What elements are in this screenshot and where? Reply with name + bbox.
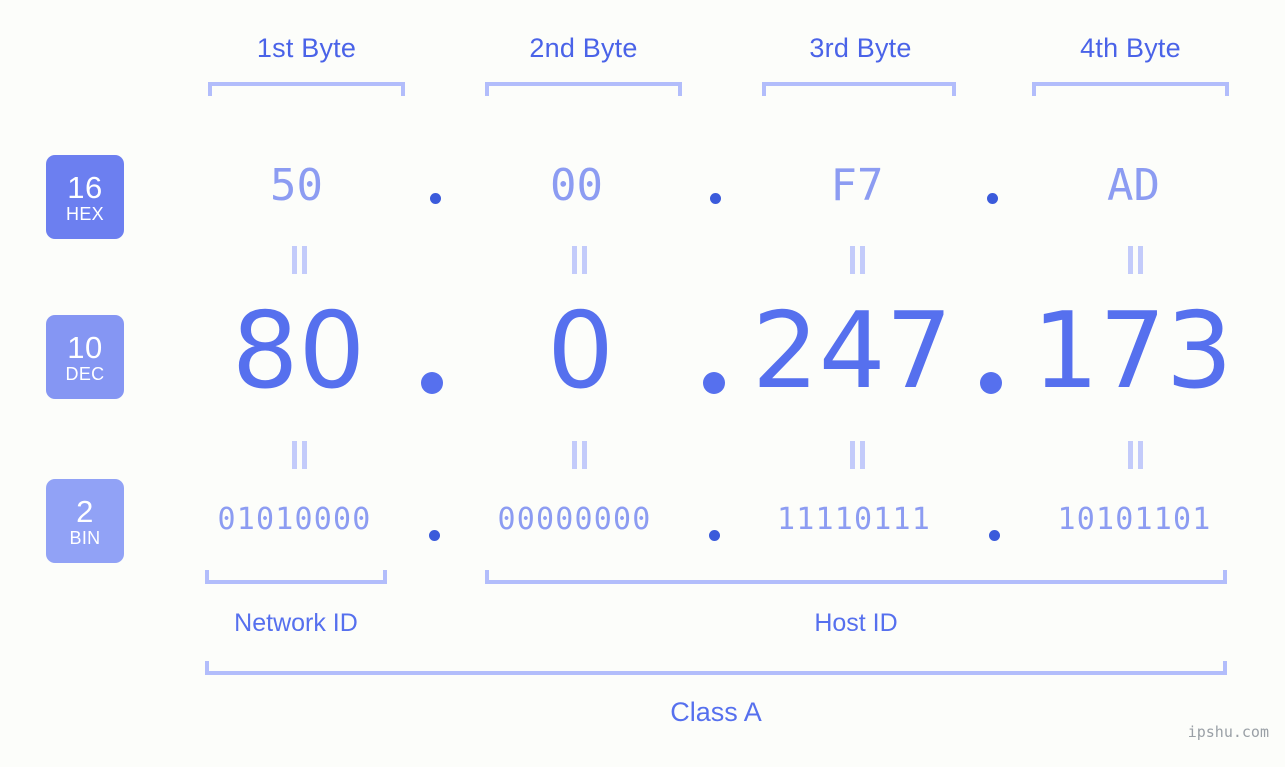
equals-sign-hex-dec-4: [1127, 246, 1145, 274]
equals-sign-dec-bin-4: [1127, 441, 1145, 469]
byte-header-label-3: 3rd Byte: [809, 33, 912, 63]
bin-byte-1: 01010000: [217, 502, 372, 537]
equals-sign-dec-bin-3: [849, 441, 867, 469]
hex-separator-dot-2: [710, 193, 721, 204]
byte-bracket-4: [1032, 82, 1229, 96]
dec-separator-dot-1: [421, 372, 443, 394]
hex-byte-1: 50: [270, 160, 323, 211]
equals-sign-dec-bin-2: [571, 441, 589, 469]
bin-separator-dot-1: [429, 530, 440, 541]
bin-byte-4: 10101101: [1057, 502, 1212, 537]
bin-byte-3: 11110111: [776, 502, 932, 537]
host-id-label: Host ID: [814, 609, 898, 637]
dec-byte-4: 173: [1032, 290, 1233, 412]
base-badge-dec-name: DEC: [65, 363, 105, 384]
base-badge-hex-number: 16: [67, 169, 103, 205]
hex-byte-2: 00: [550, 160, 603, 211]
base-badge-bin: 2 BIN: [46, 479, 124, 563]
network-id-bracket: [205, 570, 387, 584]
byte-header-label-1: 1st Byte: [256, 33, 357, 63]
hex-separator-dot-1: [430, 193, 441, 204]
ip-breakdown-diagram: 1st Byte 2nd Byte 3rd Byte 4th Byte 16 H…: [0, 0, 1285, 767]
base-badge-dec-number: 10: [67, 329, 103, 365]
byte-header-label-4: 4th Byte: [1080, 33, 1181, 63]
hex-byte-4: AD: [1107, 160, 1160, 211]
class-label: Class A: [670, 697, 762, 727]
dec-byte-2: 0: [547, 290, 614, 412]
base-badge-bin-number: 2: [76, 493, 94, 529]
base-badge-dec: 10 DEC: [46, 315, 124, 399]
byte-bracket-2: [485, 82, 682, 96]
equals-sign-hex-dec-1: [291, 246, 309, 274]
dec-byte-1: 80: [231, 290, 366, 412]
base-badge-hex-name: HEX: [66, 203, 104, 224]
byte-header-label-2: 2nd Byte: [529, 33, 638, 63]
class-bracket: [205, 661, 1227, 675]
dec-separator-dot-3: [980, 372, 1002, 394]
byte-bracket-1: [208, 82, 405, 96]
hex-byte-3: F7: [830, 160, 884, 211]
dec-separator-dot-2: [703, 372, 725, 394]
equals-sign-dec-bin-1: [291, 441, 309, 469]
byte-bracket-3: [762, 82, 956, 96]
base-badge-bin-name: BIN: [69, 527, 101, 548]
hex-separator-dot-3: [987, 193, 998, 204]
equals-sign-hex-dec-2: [571, 246, 589, 274]
dec-byte-3: 247: [752, 290, 953, 412]
bin-separator-dot-3: [989, 530, 1000, 541]
host-id-bracket: [485, 570, 1227, 584]
watermark-text: ipshu.com: [1187, 723, 1269, 741]
base-badge-hex: 16 HEX: [46, 155, 124, 239]
bin-separator-dot-2: [709, 530, 720, 541]
network-id-label: Network ID: [234, 609, 358, 637]
equals-sign-hex-dec-3: [849, 246, 867, 274]
bin-byte-2: 00000000: [497, 502, 652, 537]
